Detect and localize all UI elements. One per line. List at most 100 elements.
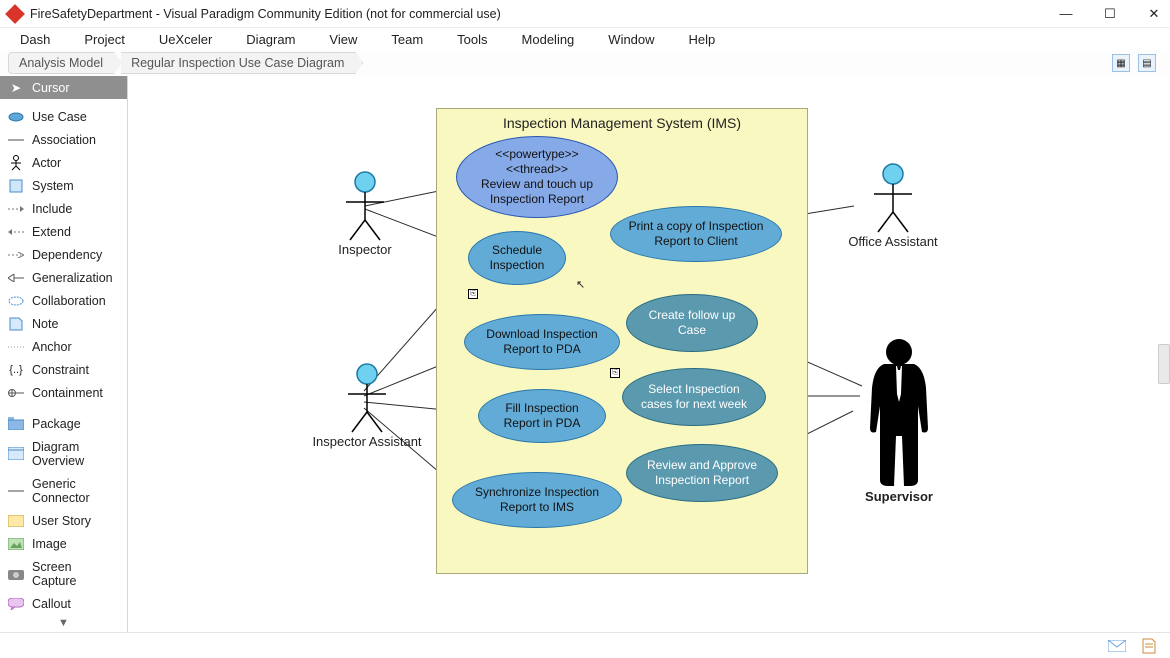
window-title: FireSafetyDepartment - Visual Paradigm C… <box>30 7 1058 21</box>
usecase-review-touchup[interactable]: <<powertype>> <<thread>> Review and touc… <box>456 136 618 218</box>
actor-inspector[interactable]: Inspector <box>320 170 410 257</box>
palette-label: System <box>32 179 74 193</box>
anchor-icon <box>8 340 24 354</box>
palette-toggle-icon[interactable]: ▤ <box>1138 54 1156 72</box>
palette-association[interactable]: Association <box>0 128 127 151</box>
palette-collaboration[interactable]: Collaboration <box>0 289 127 312</box>
palette-callout[interactable]: Callout <box>0 592 127 615</box>
perspective-icon[interactable]: ▦ <box>1112 54 1130 72</box>
diagram-canvas[interactable]: Inspection Management System (IMS) <<pow… <box>128 76 1170 632</box>
stereotype: <<thread>> <box>506 162 568 177</box>
palette-userstory[interactable]: User Story <box>0 509 127 532</box>
close-button[interactable]: ✕ <box>1146 6 1162 22</box>
palette-extend[interactable]: Extend <box>0 220 127 243</box>
palette-label: Note <box>32 317 58 331</box>
palette-package[interactable]: Package <box>0 412 127 435</box>
image-icon <box>8 537 24 551</box>
menu-project[interactable]: Project <box>84 32 124 47</box>
palette-anchor[interactable]: Anchor <box>0 335 127 358</box>
mail-icon[interactable] <box>1108 638 1126 654</box>
usecase-review-approve[interactable]: Review and Approve Inspection Report <box>626 444 778 502</box>
palette-constraint[interactable]: {..} Constraint <box>0 358 127 381</box>
usecase-download-pda[interactable]: Download Inspection Report to PDA <box>464 314 620 370</box>
palette-label: Constraint <box>32 363 89 377</box>
palette-label: Package <box>32 417 81 431</box>
title-bar: FireSafetyDepartment - Visual Paradigm C… <box>0 0 1170 28</box>
palette-overview[interactable]: Diagram Overview <box>0 435 127 472</box>
usecase-label: Review and touch up Inspection Report <box>465 177 609 207</box>
dependency-icon <box>8 248 24 262</box>
palette-connector[interactable]: Generic Connector <box>0 472 127 509</box>
palette-image[interactable]: Image <box>0 532 127 555</box>
usecase-label: Create follow up Case <box>635 308 749 338</box>
actor-label: Inspector Assistant <box>302 434 432 449</box>
note-icon <box>8 317 24 331</box>
note-status-icon[interactable] <box>1140 638 1158 654</box>
palette-label: Collaboration <box>32 294 106 308</box>
usecase-schedule[interactable]: Schedule Inspection <box>468 231 566 285</box>
breadcrumb-current[interactable]: Regular Inspection Use Case Diagram <box>121 52 363 74</box>
palette-label: Association <box>32 133 96 147</box>
breadcrumb-root[interactable]: Analysis Model <box>8 52 122 74</box>
palette-note[interactable]: Note <box>0 312 127 335</box>
usecase-sync-ims[interactable]: Synchronize Inspection Report to IMS <box>452 472 622 528</box>
menu-help[interactable]: Help <box>689 32 716 47</box>
palette-cursor[interactable]: ➤Cursor <box>0 76 127 99</box>
usecase-print-copy[interactable]: Print a copy of Inspection Report to Cli… <box>610 206 782 262</box>
palette-more[interactable]: ▼ <box>0 615 127 631</box>
palette-include[interactable]: Include <box>0 197 127 220</box>
camera-icon <box>8 567 24 581</box>
system-icon <box>8 179 24 193</box>
usecase-label: Review and Approve Inspection Report <box>635 458 769 488</box>
constraint-icon: {..} <box>8 363 24 377</box>
actor-icon <box>8 156 24 170</box>
vertical-scrollbar[interactable] <box>1158 344 1170 384</box>
menu-dash[interactable]: Dash <box>20 32 50 47</box>
palette-containment[interactable]: Containment <box>0 381 127 404</box>
palette-capture[interactable]: Screen Capture <box>0 555 127 592</box>
palette-label: Containment <box>32 386 103 400</box>
maximize-button[interactable]: ☐ <box>1102 6 1118 22</box>
palette-generalization[interactable]: Generalization <box>0 266 127 289</box>
window-controls: — ☐ ✕ <box>1058 6 1162 22</box>
palette-label: Generic Connector <box>32 477 119 505</box>
generalization-icon <box>8 271 24 285</box>
usecase-label: Synchronize Inspection Report to IMS <box>461 485 613 515</box>
usecase-label: Schedule Inspection <box>477 243 557 273</box>
palette-system[interactable]: System <box>0 174 127 197</box>
menu-tools[interactable]: Tools <box>457 32 487 47</box>
menu-window[interactable]: Window <box>608 32 654 47</box>
usecase-fill-pda[interactable]: Fill Inspection Report in PDA <box>478 389 606 443</box>
actor-office-assistant[interactable]: Office Assistant <box>838 162 948 249</box>
extend-icon <box>8 225 24 239</box>
stereotype: <<powertype>> <box>495 147 578 162</box>
palette-dependency[interactable]: Dependency <box>0 243 127 266</box>
actor-label: Inspector <box>320 242 410 257</box>
usecase-create-followup[interactable]: Create follow up Case <box>626 294 758 352</box>
actor-supervisor[interactable]: Supervisor <box>844 336 954 504</box>
actor-inspector-assistant[interactable]: Inspector Assistant <box>302 362 432 449</box>
association-icon <box>8 133 24 147</box>
menu-team[interactable]: Team <box>391 32 423 47</box>
actor-label: Office Assistant <box>838 234 948 249</box>
palette-label: Actor <box>32 156 61 170</box>
actor-label: Supervisor <box>844 489 954 504</box>
menu-uexceler[interactable]: UeXceler <box>159 32 212 47</box>
palette-usecase[interactable]: Use Case <box>0 105 127 128</box>
menu-diagram[interactable]: Diagram <box>246 32 295 47</box>
usecase-label: Print a copy of Inspection Report to Cli… <box>619 219 773 249</box>
menu-bar: Dash Project UeXceler Diagram View Team … <box>0 28 1170 50</box>
palette-label: Anchor <box>32 340 72 354</box>
palette-label: Use Case <box>32 110 87 124</box>
handle-icon: ⎘ <box>610 368 620 378</box>
palette-label: Screen Capture <box>32 560 119 588</box>
connector-icon <box>8 484 24 498</box>
usecase-icon <box>8 110 24 124</box>
usecase-select-cases[interactable]: Select Inspection cases for next week <box>622 368 766 426</box>
minimize-button[interactable]: — <box>1058 6 1074 22</box>
menu-modeling[interactable]: Modeling <box>522 32 575 47</box>
palette-actor[interactable]: Actor <box>0 151 127 174</box>
palette-label: User Story <box>32 514 91 528</box>
handle-icon: ⎘ <box>468 289 478 299</box>
menu-view[interactable]: View <box>329 32 357 47</box>
